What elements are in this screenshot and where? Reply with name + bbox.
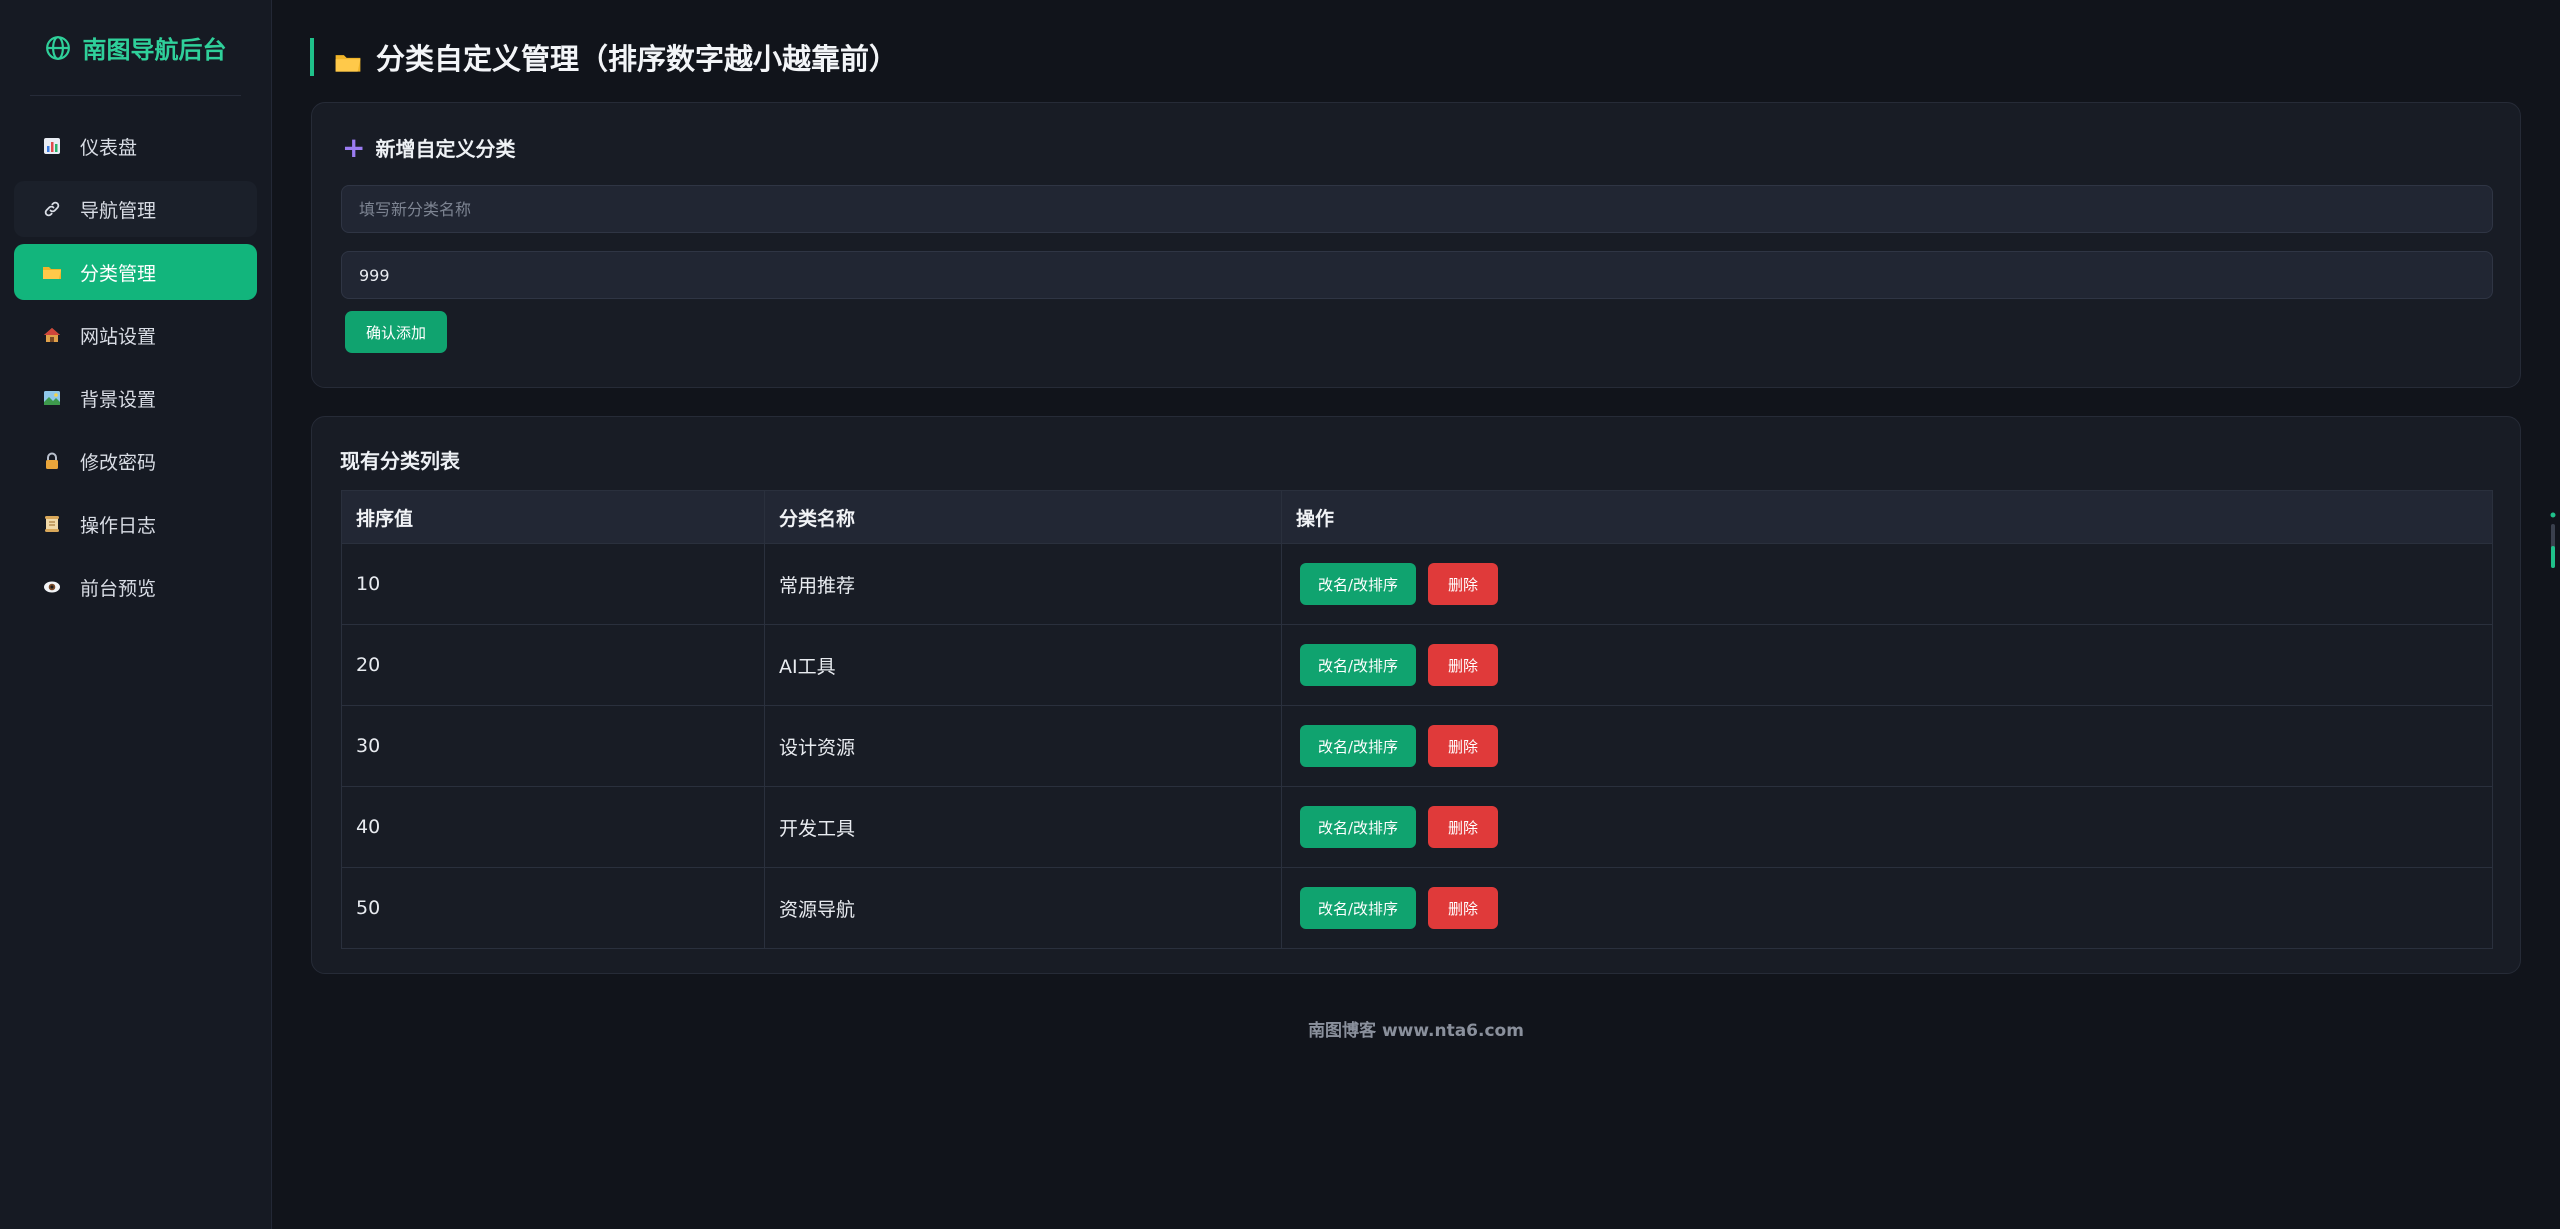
sidebar-item-label: 仪表盘 xyxy=(80,136,138,159)
table-header-row: 排序值 分类名称 操作 xyxy=(341,490,2493,544)
brand: 南图导航后台 xyxy=(30,0,241,96)
sidebar-item-background[interactable]: 背景设置 xyxy=(14,370,257,426)
edit-button[interactable]: 改名/改排序 xyxy=(1300,806,1417,848)
delete-button[interactable]: 删除 xyxy=(1428,887,1499,929)
plus-icon: + xyxy=(342,130,366,164)
sort-value-input[interactable] xyxy=(341,251,2493,299)
table-row: 50 资源导航 改名/改排序 删除 xyxy=(341,867,2493,949)
edit-button[interactable]: 改名/改排序 xyxy=(1300,563,1417,605)
name-cell: 开发工具 xyxy=(764,786,1282,868)
category-name-input[interactable] xyxy=(341,185,2493,233)
sort-cell: 10 xyxy=(341,543,765,625)
table-row: 20 AI工具 改名/改排序 删除 xyxy=(341,624,2493,706)
folder-icon xyxy=(42,262,62,282)
sort-cell: 50 xyxy=(341,867,765,949)
footer-text: 南图博客 www.nta6.com xyxy=(1308,1021,1524,1041)
sidebar-item-dashboard[interactable]: 仪表盘 xyxy=(14,118,257,174)
sidebar-nav: 仪表盘 导航管理 分类管理 网站设置 背景设置 修改密码 操作日志 前台预览 xyxy=(0,96,271,615)
add-category-card: + 新增自定义分类 确认添加 xyxy=(311,102,2521,388)
actions-cell: 改名/改排序 删除 xyxy=(1281,786,2493,868)
column-header-sort: 排序值 xyxy=(341,490,765,544)
sort-cell: 40 xyxy=(341,786,765,868)
house-icon xyxy=(42,325,62,345)
sort-cell: 20 xyxy=(341,624,765,706)
add-category-heading: + 新增自定义分类 xyxy=(342,133,515,162)
column-header-name: 分类名称 xyxy=(764,490,1282,544)
sidebar-item-preview[interactable]: 前台预览 xyxy=(14,559,257,615)
name-cell: AI工具 xyxy=(764,624,1282,706)
scroll-indicator-icon[interactable] xyxy=(2550,512,2556,568)
column-header-actions: 操作 xyxy=(1281,490,2493,544)
page-title: 分类自定义管理（排序数字越小越靠前） xyxy=(310,38,898,76)
main-content: 分类自定义管理（排序数字越小越靠前） + 新增自定义分类 确认添加 现有分类列表… xyxy=(272,0,2560,1229)
picture-icon xyxy=(42,388,62,408)
actions-cell: 改名/改排序 删除 xyxy=(1281,543,2493,625)
page-title-text: 分类自定义管理（排序数字越小越靠前） xyxy=(376,42,899,76)
sidebar-item-label: 分类管理 xyxy=(80,262,157,285)
add-category-heading-text: 新增自定义分类 xyxy=(375,137,516,161)
delete-button[interactable]: 删除 xyxy=(1428,644,1499,686)
category-list-card: 现有分类列表 排序值 分类名称 操作 10 常用推荐 改名/改排序 删除 20 … xyxy=(311,416,2521,974)
sidebar-item-label: 网站设置 xyxy=(80,325,157,348)
delete-button[interactable]: 删除 xyxy=(1428,563,1499,605)
eye-icon xyxy=(42,577,62,597)
sidebar-item-password[interactable]: 修改密码 xyxy=(14,433,257,489)
actions-cell: 改名/改排序 删除 xyxy=(1281,624,2493,706)
sidebar-item-label: 修改密码 xyxy=(80,451,157,474)
bar-chart-icon xyxy=(42,136,62,156)
actions-cell: 改名/改排序 删除 xyxy=(1281,867,2493,949)
sidebar-item-label: 背景设置 xyxy=(80,388,157,411)
sidebar-item-label: 导航管理 xyxy=(80,199,157,222)
edit-button[interactable]: 改名/改排序 xyxy=(1300,887,1417,929)
edit-button[interactable]: 改名/改排序 xyxy=(1300,644,1417,686)
category-list-heading: 现有分类列表 xyxy=(340,449,460,473)
delete-button[interactable]: 删除 xyxy=(1428,725,1499,767)
scroll-icon xyxy=(42,514,62,534)
sidebar-item-label: 操作日志 xyxy=(80,514,157,537)
table-row: 40 开发工具 改名/改排序 删除 xyxy=(341,786,2493,868)
link-icon xyxy=(42,199,62,219)
sidebar: 南图导航后台 仪表盘 导航管理 分类管理 网站设置 背景设置 修改密码 操作日志… xyxy=(0,0,272,1229)
actions-cell: 改名/改排序 删除 xyxy=(1281,705,2493,787)
category-table: 排序值 分类名称 操作 10 常用推荐 改名/改排序 删除 20 AI工具 改名… xyxy=(341,490,2493,949)
table-row: 30 设计资源 改名/改排序 删除 xyxy=(341,705,2493,787)
sidebar-item-label: 前台预览 xyxy=(80,577,157,600)
delete-button[interactable]: 删除 xyxy=(1428,806,1499,848)
name-cell: 设计资源 xyxy=(764,705,1282,787)
sort-cell: 30 xyxy=(341,705,765,787)
table-row: 10 常用推荐 改名/改排序 删除 xyxy=(341,543,2493,625)
sidebar-item-logs[interactable]: 操作日志 xyxy=(14,496,257,552)
edit-button[interactable]: 改名/改排序 xyxy=(1300,725,1417,767)
confirm-add-button[interactable]: 确认添加 xyxy=(345,311,447,353)
sidebar-item-site-settings[interactable]: 网站设置 xyxy=(14,307,257,363)
folder-icon xyxy=(334,46,362,72)
sidebar-item-navigation[interactable]: 导航管理 xyxy=(14,181,257,237)
name-cell: 常用推荐 xyxy=(764,543,1282,625)
lock-icon xyxy=(42,451,62,471)
name-cell: 资源导航 xyxy=(764,867,1282,949)
globe-icon xyxy=(45,35,70,60)
sidebar-item-categories[interactable]: 分类管理 xyxy=(14,244,257,300)
brand-title: 南图导航后台 xyxy=(82,36,227,64)
